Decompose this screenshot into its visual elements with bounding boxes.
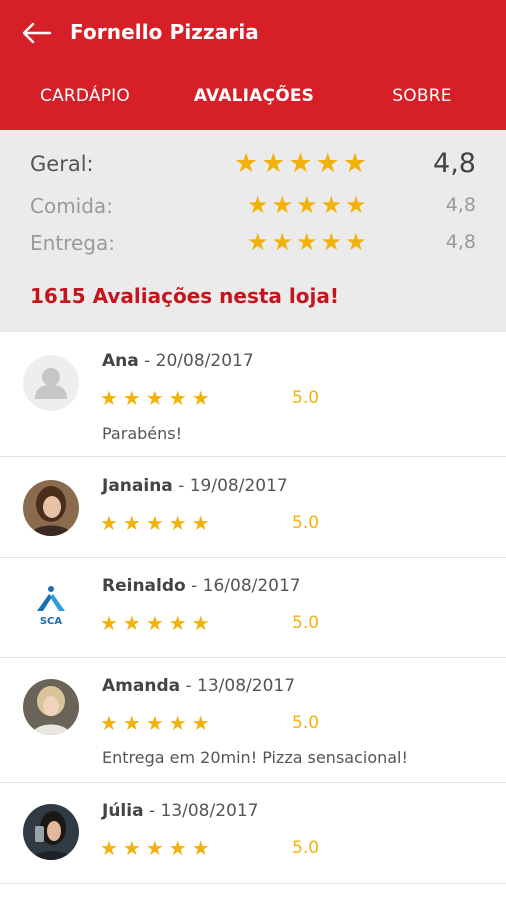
tab-sobre[interactable]: SOBRE xyxy=(376,86,468,106)
review-count: 1615 Avaliações nesta loja! xyxy=(30,284,339,308)
review-rating: 5.0 xyxy=(292,838,320,858)
review-stars: ★★★★★ xyxy=(100,511,215,535)
tab-avaliacoes[interactable]: AVALIAÇÕES xyxy=(182,86,326,106)
back-arrow-icon[interactable] xyxy=(20,18,54,48)
avatar-logo: SCA xyxy=(23,579,79,635)
avatar-photo xyxy=(23,679,79,735)
avatar-photo xyxy=(23,480,79,536)
app-bar: Fornello Pizzaria CARDÁPIO AVALIAÇÕES SO… xyxy=(0,0,506,130)
delivery-stars: ★★★★★ xyxy=(247,228,370,256)
food-value: 4,8 xyxy=(445,194,476,216)
review-comment: Parabéns! xyxy=(102,424,183,443)
overall-label: Geral: xyxy=(30,152,94,176)
reviewer-name: Júlia - 13/08/2017 xyxy=(102,801,259,821)
rating-summary: Geral: ★★★★★ 4,8 Comida: ★★★★★ 4,8 Entre… xyxy=(0,130,506,332)
review-item: Ana - 20/08/2017 ★★★★★ 5.0 Parabéns! xyxy=(0,332,506,457)
tab-cardapio[interactable]: CARDÁPIO xyxy=(28,86,142,106)
review-comment: Entrega em 20min! Pizza sensacional! xyxy=(102,748,408,767)
review-rating: 5.0 xyxy=(292,613,320,633)
reviewer-name: Janaina - 19/08/2017 xyxy=(102,476,288,496)
reviewer-name: Reinaldo - 16/08/2017 xyxy=(102,576,301,596)
avatar-photo xyxy=(23,804,79,860)
review-item: Amanda - 13/08/2017 ★★★★★ 5.0 Entrega em… xyxy=(0,658,506,783)
review-stars: ★★★★★ xyxy=(100,711,215,735)
review-stars: ★★★★★ xyxy=(100,611,215,635)
review-rating: 5.0 xyxy=(292,388,320,408)
delivery-value: 4,8 xyxy=(445,231,476,253)
review-stars: ★★★★★ xyxy=(100,836,215,860)
review-rating: 5.0 xyxy=(292,513,320,533)
review-rating: 5.0 xyxy=(292,713,320,733)
avatar-placeholder-icon xyxy=(23,355,79,411)
svg-text:SCA: SCA xyxy=(40,616,63,627)
food-stars: ★★★★★ xyxy=(247,191,370,219)
reviewer-name: Amanda - 13/08/2017 xyxy=(102,676,296,696)
review-item: Janaina - 19/08/2017 ★★★★★ 5.0 xyxy=(0,457,506,558)
review-item: SCA Reinaldo - 16/08/2017 ★★★★★ 5.0 xyxy=(0,558,506,658)
delivery-label: Entrega: xyxy=(30,231,115,255)
food-label: Comida: xyxy=(30,194,113,218)
reviewer-name: Ana - 20/08/2017 xyxy=(102,351,254,371)
review-stars: ★★★★★ xyxy=(100,386,215,410)
page-title: Fornello Pizzaria xyxy=(70,20,259,44)
overall-stars: ★★★★★ xyxy=(234,148,371,179)
overall-value: 4,8 xyxy=(433,148,476,179)
review-item: Júlia - 13/08/2017 ★★★★★ 5.0 xyxy=(0,783,506,884)
